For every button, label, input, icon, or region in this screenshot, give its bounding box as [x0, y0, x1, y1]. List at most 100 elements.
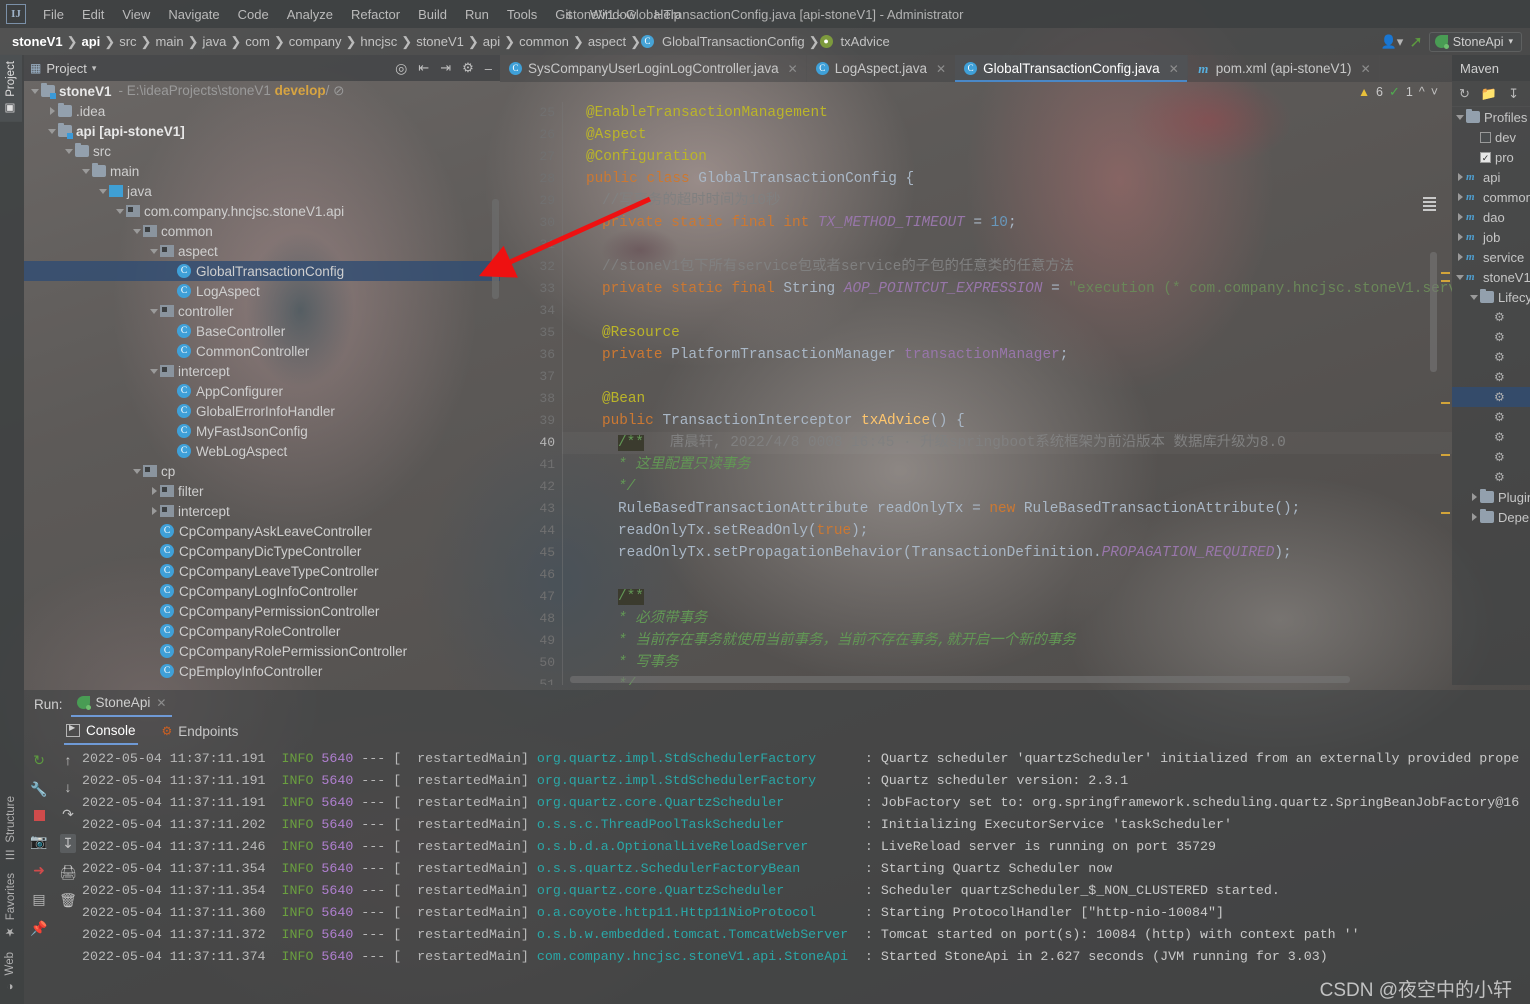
tree-expand-right-icon[interactable] [149, 506, 160, 517]
project-tree-scrollbar[interactable] [492, 199, 499, 299]
chevron-down-icon[interactable]: ▾ [92, 63, 97, 74]
editor-tab-pom-xml-api-stonev1-[interactable]: m pom.xml (api-stoneV1) ✕ [1188, 55, 1380, 82]
maven-tree-node[interactable]: m stoneV1 [1452, 267, 1530, 287]
maven-tree-node[interactable]: m service [1452, 247, 1530, 267]
run-configuration-selector[interactable]: StoneApi ▾ [1428, 31, 1522, 52]
tree-expand-right-icon[interactable] [1455, 192, 1466, 203]
tree-folder-node[interactable]: controller [24, 301, 500, 321]
update-arrow-icon[interactable]: ➚ [1409, 32, 1422, 52]
tool-window-button-web[interactable]: ◐ Web [0, 946, 20, 998]
tool-window-button-favorites[interactable]: ★ Favorites [0, 867, 22, 945]
tree-folder-node[interactable]: com.company.hncjsc.stoneV1.api [24, 201, 500, 221]
menu-run[interactable]: Run [456, 4, 498, 25]
maven-tree-node[interactable]: Plugins [1452, 487, 1530, 507]
maven-tree-node[interactable]: m dao [1452, 207, 1530, 227]
trash-icon[interactable]: 🗑 [59, 892, 77, 909]
tree-class-node[interactable]: C WebLogAspect [24, 441, 500, 461]
tool-window-button-structure[interactable]: ☰ Structure [0, 790, 22, 868]
tree-expand-right-icon[interactable] [1469, 512, 1480, 523]
tree-expand-down-icon[interactable] [1469, 292, 1480, 303]
maven-tree-node[interactable]: Lifecycle [1452, 287, 1530, 307]
tree-expand-right-icon[interactable] [149, 486, 160, 497]
layout-icon[interactable]: ▤ [32, 891, 45, 908]
tree-expand-down-icon[interactable] [132, 466, 143, 477]
maven-tree-node[interactable]: ⚙ [1452, 447, 1530, 467]
breadcrumb-item-com[interactable]: com [241, 33, 274, 50]
collapse-all-icon[interactable]: ⇥ [440, 60, 451, 76]
editor-marker-column[interactable] [1439, 102, 1452, 685]
close-tab-icon[interactable]: ✕ [788, 62, 798, 76]
code-editor[interactable]: 25 26 27 28 29 30 31 32 33 34 35 36 37 38 39 40 41 42 43 44… [500, 102, 1452, 685]
maven-tree-node[interactable]: ⚙ [1452, 387, 1530, 407]
breadcrumb-item-common[interactable]: common [515, 33, 573, 50]
menu-code[interactable]: Code [229, 4, 278, 25]
maven-tree-node[interactable]: ⚙ [1452, 307, 1530, 327]
tree-expand-down-icon[interactable] [149, 366, 160, 377]
breadcrumb-item-stonev1[interactable]: stoneV1 [8, 33, 67, 50]
tree-expand-down-icon[interactable] [1455, 272, 1466, 283]
maven-tree-node[interactable]: dev [1452, 127, 1530, 147]
tree-folder-node[interactable]: intercept [24, 501, 500, 521]
maven-tree-node[interactable]: m api [1452, 167, 1530, 187]
maven-tree-node[interactable]: ⚙ [1452, 407, 1530, 427]
tree-folder-node[interactable]: intercept [24, 361, 500, 381]
soft-wrap-icon[interactable]: ↷ [62, 806, 74, 823]
editor-tab-logaspect-java[interactable]: C LogAspect.java ✕ [807, 55, 956, 82]
tree-class-node[interactable]: C LogAspect [24, 281, 500, 301]
tool-window-button-project[interactable]: ▣ Project [0, 55, 22, 122]
menu-tools[interactable]: Tools [498, 4, 546, 25]
breadcrumb-item-txadvice[interactable]: ● txAdvice [819, 33, 894, 50]
breadcrumb-item-aspect[interactable]: aspect [584, 33, 630, 50]
tree-expand-down-icon[interactable] [47, 126, 58, 137]
run-config-tab[interactable]: StoneApi ✕ [70, 691, 173, 717]
tree-expand-right-icon[interactable] [1455, 252, 1466, 263]
tree-class-node[interactable]: C MyFastJsonConfig [24, 421, 500, 441]
tree-folder-node[interactable]: src [24, 141, 500, 161]
breadcrumb-item-api[interactable]: api [479, 33, 504, 50]
tree-expand-right-icon[interactable] [47, 106, 58, 117]
tree-folder-node[interactable]: api [api-stoneV1] [24, 121, 500, 141]
tab-console[interactable]: Console [64, 720, 138, 745]
camera-icon[interactable]: 📷 [30, 833, 47, 850]
editor-tab-globaltransactionconfig-java[interactable]: C GlobalTransactionConfig.java ✕ [955, 55, 1188, 82]
scroll-to-end-icon[interactable]: ↧ [60, 834, 76, 853]
tree-expand-down-icon[interactable] [115, 206, 126, 217]
tree-class-node[interactable]: C CpEmployInfoController [24, 661, 500, 681]
tree-folder-node[interactable]: filter [24, 481, 500, 501]
scroll-down-icon[interactable]: ↓ [65, 779, 72, 795]
user-account-icon[interactable]: 👤▾ [1381, 34, 1404, 50]
tree-expand-down-icon[interactable] [98, 186, 109, 197]
tree-class-node[interactable]: C GlobalTransactionConfig [24, 261, 500, 281]
menu-build[interactable]: Build [409, 4, 456, 25]
maven-tree-node[interactable]: m job [1452, 227, 1530, 247]
maven-tree-node[interactable]: ⚙ [1452, 347, 1530, 367]
maven-tree-node[interactable]: Dependencies [1452, 507, 1530, 527]
project-tree[interactable]: stoneV1 - E:\ideaProjects\stoneV1 develo… [24, 81, 500, 685]
breadcrumb-item-globaltransactionconfig[interactable]: C GlobalTransactionConfig [641, 33, 809, 50]
tree-expand-down-icon[interactable] [149, 246, 160, 257]
tree-expand-down-icon[interactable] [81, 166, 92, 177]
close-icon[interactable]: ✕ [156, 696, 166, 710]
tree-expand-right-icon[interactable] [1455, 212, 1466, 223]
editor-source-text[interactable]: @EnableTransactionManagement @Aspect @Conf… [562, 102, 1452, 685]
menu-view[interactable]: View [113, 4, 159, 25]
tree-class-node[interactable]: C CpCompanyDicTypeController [24, 541, 500, 561]
tree-expand-down-icon[interactable] [30, 86, 41, 97]
tree-class-node[interactable]: C GlobalErrorInfoHandler [24, 401, 500, 421]
breadcrumb-item-stonev1[interactable]: stoneV1 [412, 33, 468, 50]
tree-folder-node[interactable]: cp [24, 461, 500, 481]
tree-class-node[interactable]: C CpCompanyAskLeaveController [24, 521, 500, 541]
tree-class-node[interactable]: C CommonController [24, 341, 500, 361]
tree-expand-right-icon[interactable] [1455, 172, 1466, 183]
tree-class-node[interactable]: C CpCompanyRoleController [24, 621, 500, 641]
settings-gear-icon[interactable]: ⚙ [462, 60, 474, 76]
hide-panel-icon[interactable]: – [485, 61, 492, 76]
maven-tree-node[interactable]: ⚙ [1452, 467, 1530, 487]
maven-tree-node[interactable]: Profiles [1452, 107, 1530, 127]
tree-folder-node[interactable]: .idea [24, 101, 500, 121]
tree-class-node[interactable]: C AppConfigurer [24, 381, 500, 401]
rerun-icon[interactable]: ↻ [33, 752, 45, 769]
tree-expand-down-icon[interactable] [132, 226, 143, 237]
menu-analyze[interactable]: Analyze [278, 4, 342, 25]
editor-horizontal-scrollbar[interactable] [570, 676, 1350, 683]
